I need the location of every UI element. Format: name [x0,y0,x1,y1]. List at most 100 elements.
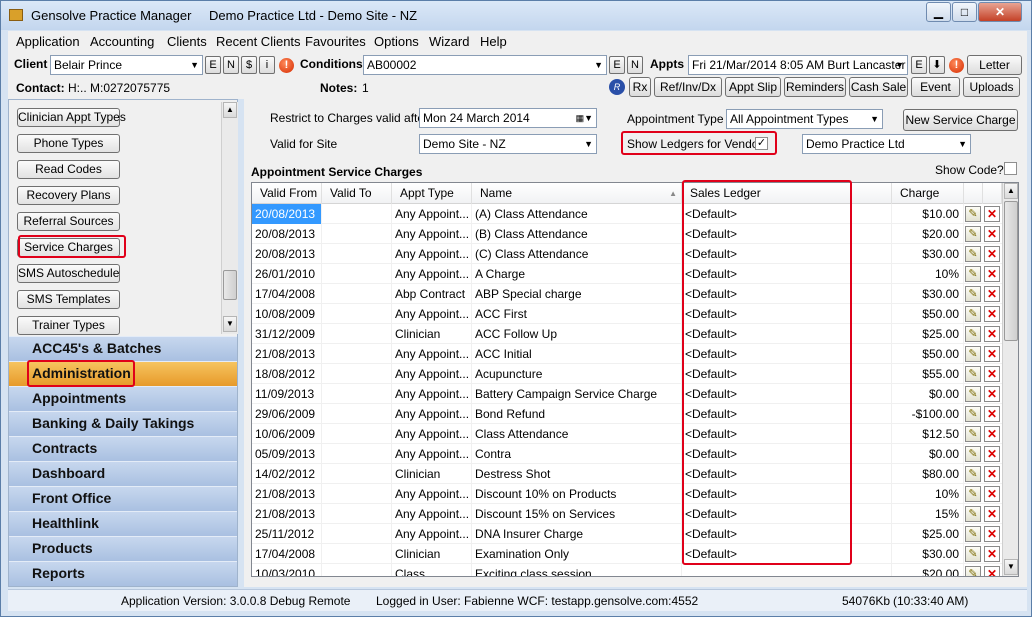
letter-button[interactable]: Letter [967,55,1022,75]
cell-sales-ledger[interactable]: <Default> [682,384,892,404]
nav-section-banking[interactable]: Banking & Daily Takings [9,411,237,436]
cell-appt-type[interactable]: Any Appoint... [392,524,472,544]
cash-sale-button[interactable]: Cash Sale [849,77,908,97]
table-row[interactable]: 11/09/2013 Any Appoint... Battery Campaign… [252,384,1002,404]
cell-valid-to[interactable] [322,264,392,284]
cell-valid-from[interactable]: 20/08/2013 [252,204,322,224]
table-row[interactable]: 31/12/2009 Clinician ACC Follow Up <Default… [252,324,1002,344]
menu-wizard[interactable]: Wizard [429,34,469,49]
edit-pencil-icon[interactable]: ✎ [965,426,981,442]
column-appt-type[interactable]: Appt Type [392,183,472,204]
table-row[interactable]: 21/08/2013 Any Appoint... Discount 10% on … [252,484,1002,504]
show-code-checkbox[interactable] [1004,162,1017,175]
nav-section-products[interactable]: Products [9,536,237,561]
cell-valid-to[interactable] [322,424,392,444]
menu-favourites[interactable]: Favourites [305,34,366,49]
edit-pencil-icon[interactable]: ✎ [965,386,981,402]
cell-charge[interactable]: $0.00 [892,444,964,464]
scroll-up-icon[interactable]: ▲ [223,102,237,118]
edit-pencil-icon[interactable]: ✎ [965,406,981,422]
cell-valid-from[interactable]: 31/12/2009 [252,324,322,344]
edit-pencil-icon[interactable]: ✎ [965,306,981,322]
edit-pencil-icon[interactable]: ✎ [965,446,981,462]
cell-charge[interactable]: $20.00 [892,224,964,244]
table-row[interactable]: 25/11/2012 Any Appoint... DNA Insurer Char… [252,524,1002,544]
cell-name[interactable]: Exciting class session [472,564,682,576]
table-row[interactable]: 26/01/2010 Any Appoint... A Charge <Default… [252,264,1002,284]
cell-charge[interactable]: $50.00 [892,304,964,324]
scroll-down-icon[interactable]: ▼ [223,316,237,332]
menu-options[interactable]: Options [374,34,419,49]
site-select[interactable]: Demo Site - NZ ▼ [419,134,597,154]
edit-pencil-icon[interactable]: ✎ [965,506,981,522]
cell-appt-type[interactable]: Any Appoint... [392,224,472,244]
sidebar-item-trainer-types[interactable]: Trainer Types [17,316,120,335]
nav-section-dashboard[interactable]: Dashboard [9,461,237,486]
cell-sales-ledger[interactable]: <Default> [682,204,892,224]
cell-valid-from[interactable]: 10/08/2009 [252,304,322,324]
table-row[interactable]: 17/04/2008 Clinician Examination Only <Defa… [252,544,1002,564]
cell-name[interactable]: (B) Class Attendance [472,224,682,244]
cell-appt-type[interactable]: Any Appoint... [392,424,472,444]
edit-pencil-icon[interactable]: ✎ [965,526,981,542]
event-button[interactable]: Event [911,77,960,97]
sidebar-item-service-charges[interactable]: Service Charges [17,238,120,257]
cell-valid-from[interactable]: 21/08/2013 [252,344,322,364]
cell-charge[interactable]: $12.50 [892,424,964,444]
uploads-button[interactable]: Uploads [963,77,1020,97]
edit-pencil-icon[interactable]: ✎ [965,466,981,482]
cell-appt-type[interactable]: Any Appoint... [392,384,472,404]
cell-valid-to[interactable] [322,504,392,524]
nav-section-appointments[interactable]: Appointments [9,386,237,411]
cell-valid-from[interactable]: 11/09/2013 [252,384,322,404]
cell-appt-type[interactable]: Any Appoint... [392,404,472,424]
delete-icon[interactable]: ✕ [984,546,1000,562]
nav-section-reports[interactable]: Reports [9,561,237,586]
cell-name[interactable]: ACC First [472,304,682,324]
sidebar-item-sms-autoschedule[interactable]: SMS Autoschedule [17,264,120,283]
cell-valid-from[interactable]: 14/02/2012 [252,464,322,484]
cell-valid-from[interactable]: 10/06/2009 [252,424,322,444]
condition-new-button[interactable]: N [627,56,643,74]
edit-pencil-icon[interactable]: ✎ [965,266,981,282]
cell-valid-from[interactable]: 21/08/2013 [252,484,322,504]
cell-valid-to[interactable] [322,404,392,424]
table-row[interactable]: 20/08/2013 Any Appoint... (B) Class Attend… [252,224,1002,244]
table-row[interactable]: 10/03/2010 Class Exciting class session $20… [252,564,1002,576]
cell-sales-ledger[interactable]: <Default> [682,364,892,384]
cell-valid-to[interactable] [322,564,392,576]
cell-sales-ledger[interactable]: <Default> [682,244,892,264]
cell-valid-from[interactable]: 17/04/2008 [252,284,322,304]
cell-valid-to[interactable] [322,324,392,344]
cell-sales-ledger[interactable]: <Default> [682,404,892,424]
cell-valid-to[interactable] [322,464,392,484]
cell-charge[interactable]: $0.00 [892,384,964,404]
edit-pencil-icon[interactable]: ✎ [965,286,981,302]
cell-name[interactable]: Bond Refund [472,404,682,424]
cell-appt-type[interactable]: Clinician [392,544,472,564]
cell-valid-to[interactable] [322,484,392,504]
delete-icon[interactable]: ✕ [984,446,1000,462]
cell-charge[interactable]: $20.00 [892,564,964,576]
reminders-button[interactable]: Reminders [784,77,846,97]
cell-name[interactable]: Destress Shot [472,464,682,484]
table-row[interactable]: 18/08/2012 Any Appoint... Acupuncture <Defa… [252,364,1002,384]
menu-help[interactable]: Help [480,34,507,49]
cell-sales-ledger[interactable]: <Default> [682,344,892,364]
vendor-select[interactable]: Demo Practice Ltd ▼ [802,134,971,154]
delete-icon[interactable]: ✕ [984,286,1000,302]
cell-valid-to[interactable] [322,444,392,464]
minimize-button[interactable]: ▁ [926,2,951,22]
nav-section-administration[interactable]: Administration [9,361,237,386]
cell-charge[interactable]: $25.00 [892,324,964,344]
cell-valid-from[interactable]: 26/01/2010 [252,264,322,284]
cell-name[interactable]: (C) Class Attendance [472,244,682,264]
nav-section-contracts[interactable]: Contracts [9,436,237,461]
cell-appt-type[interactable]: Any Appoint... [392,304,472,324]
cell-sales-ledger[interactable]: <Default> [682,424,892,444]
nav-section-acc45[interactable]: ACC45's & Batches [9,336,237,361]
nav-section-front-office[interactable]: Front Office [9,486,237,511]
cell-valid-from[interactable]: 17/04/2008 [252,544,322,564]
cell-sales-ledger[interactable]: <Default> [682,524,892,544]
cell-valid-to[interactable] [322,244,392,264]
